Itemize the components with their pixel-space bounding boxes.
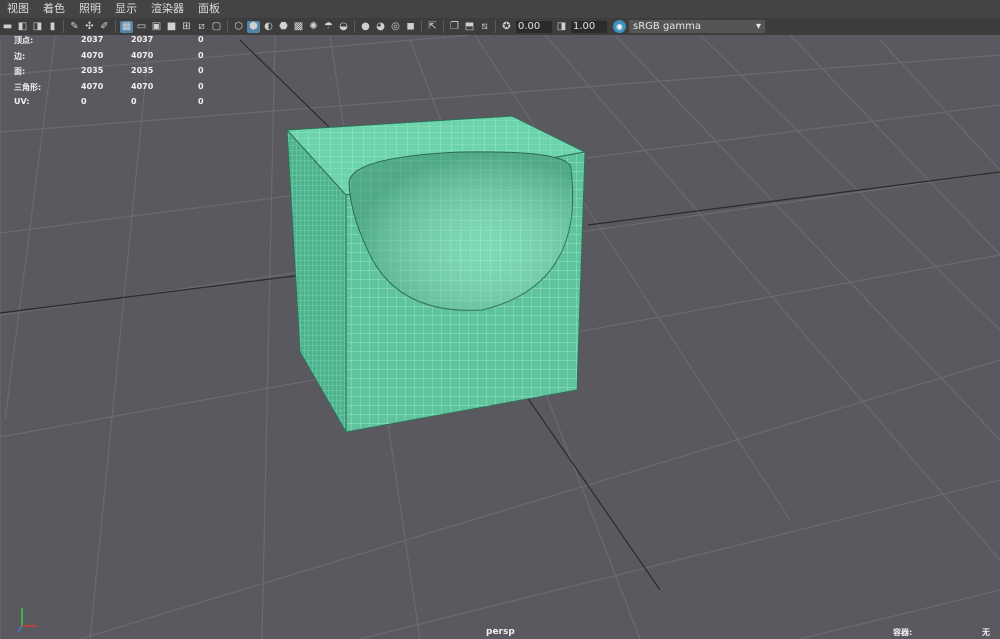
camera-lock-icon[interactable]: ◨ (31, 21, 44, 33)
hud-value: 4070 (81, 81, 104, 91)
hud-value: 4070 (131, 50, 154, 60)
menu-renderer[interactable]: 渲染器 (144, 0, 191, 18)
camera-attributes-icon[interactable]: ◧ (16, 21, 29, 33)
toolbar-separator (495, 20, 496, 33)
gamma-field[interactable] (571, 20, 607, 33)
hud-label: UV: (14, 97, 30, 106)
textured-icon[interactable]: ⬣ (277, 21, 290, 33)
hud-value: 0 (131, 97, 137, 106)
grease-pencil-icon[interactable]: ✐ (98, 21, 111, 33)
chevron-down-icon: ▾ (755, 21, 761, 32)
isolate-select-icon[interactable]: ⇱ (426, 21, 439, 33)
camera-select-icon[interactable]: ▬ (1, 21, 14, 33)
toolbar-separator (354, 20, 355, 33)
hud-value: 4070 (131, 81, 154, 91)
motion-blur-icon[interactable]: ● (359, 21, 372, 33)
hud-value: 2037 (131, 35, 154, 44)
hud-value: 2037 (81, 35, 104, 44)
menu-show[interactable]: 显示 (108, 0, 144, 18)
container-label: 容器: (893, 628, 913, 637)
safe-action-icon[interactable]: ⧄ (195, 21, 208, 33)
hud-value: 0 (198, 66, 204, 75)
colorspace-value: sRGB gamma (633, 21, 702, 32)
viewport-menubar: 视图 着色 照明 显示 渲染器 面板 (0, 0, 1000, 18)
viewport-toolbar: ▬ ◧ ◨ ▮ ✎ ✣ ✐ ▦ ▭ ▣ ■ ⊞ ⧄ ▢ ⬡ ⬢ ◐ ⬣ ▩ ✺ … (0, 18, 1000, 35)
xray-joints-icon[interactable]: ⬒ (463, 21, 476, 33)
z-axis-line-far (239, 39, 331, 129)
camera-name-label: persp (486, 627, 515, 637)
backface-culling-icon[interactable]: ⧅ (478, 21, 491, 33)
grid-toggle-icon[interactable]: ▦ (120, 20, 133, 33)
hud-value: 0 (198, 50, 204, 60)
hud-label: 面: (14, 67, 26, 76)
wireframe-on-shaded-icon[interactable]: ◐ (262, 21, 275, 33)
grid-line (0, 35, 471, 76)
carved-cube-mesh[interactable] (285, 115, 587, 434)
hud-label: 三角形: (14, 82, 42, 92)
menu-view[interactable]: 视图 (0, 0, 36, 18)
color-management-icon[interactable]: ◉ (613, 20, 626, 33)
depth-of-field-icon[interactable]: ◎ (389, 21, 402, 33)
grid-line (261, 35, 276, 639)
grid-line (699, 35, 1000, 331)
hud-label: 顶点: (14, 36, 34, 45)
hud-label: 边: (14, 51, 26, 61)
toolbar-separator (115, 20, 116, 33)
gamma-icon[interactable]: ◨ (555, 21, 568, 33)
toolbar-separator (421, 20, 422, 33)
hud-value: 0 (198, 97, 204, 106)
isolate-dark-icon[interactable]: ◼ (404, 21, 417, 33)
gate-mask-icon[interactable]: ■ (165, 21, 178, 33)
grid-line (89, 35, 151, 639)
2d-pan-zoom-icon[interactable]: ✣ (83, 21, 96, 33)
exposure-icon[interactable]: ✪ (500, 21, 513, 33)
resolution-gate-icon[interactable]: ▣ (150, 21, 163, 33)
colorspace-dropdown[interactable]: sRGB gamma ▾ (629, 20, 765, 33)
exposure-field[interactable] (516, 20, 552, 33)
hud-value: 0 (81, 97, 87, 106)
menu-panels[interactable]: 面板 (191, 0, 227, 18)
grid-line (359, 479, 1000, 639)
screen-space-ao-icon[interactable]: ◒ (337, 21, 350, 33)
hud-value: 0 (198, 81, 204, 91)
field-chart-icon[interactable]: ⊞ (180, 21, 193, 33)
use-all-lights-icon[interactable]: ▩ (292, 21, 305, 33)
shadows-icon[interactable]: ☂ (322, 21, 335, 33)
safe-title-icon[interactable]: ▢ (210, 21, 223, 33)
multisample-aa-icon[interactable]: ◕ (374, 21, 387, 33)
hud-value: 2035 (81, 66, 104, 75)
grid-line (614, 35, 1000, 441)
xray-icon[interactable]: ❐ (448, 21, 461, 33)
x-axis-line (0, 272, 319, 314)
toolbar-separator (63, 20, 64, 33)
grid-line (79, 359, 1000, 639)
menu-shading[interactable]: 着色 (36, 0, 72, 18)
container-value: 无 (982, 628, 990, 637)
lights-icon[interactable]: ✺ (307, 21, 320, 33)
grid-line (789, 35, 1000, 256)
image-plane-icon[interactable]: ✎ (68, 21, 81, 33)
toolbar-separator (443, 20, 444, 33)
x-axis-line-far (587, 171, 1000, 226)
3d-viewport[interactable] (0, 35, 1000, 639)
menu-lighting[interactable]: 照明 (72, 0, 108, 18)
hud-value: 4070 (81, 50, 104, 60)
bookmark-icon[interactable]: ▮ (46, 21, 59, 33)
axis-gizmo (17, 608, 36, 633)
wireframe-icon[interactable]: ⬡ (232, 21, 245, 33)
hud-value: 0 (198, 35, 204, 44)
film-gate-icon[interactable]: ▭ (135, 21, 148, 33)
smooth-shade-icon[interactable]: ⬢ (247, 20, 260, 33)
toolbar-separator (227, 20, 228, 33)
hud-value: 2035 (131, 66, 154, 75)
